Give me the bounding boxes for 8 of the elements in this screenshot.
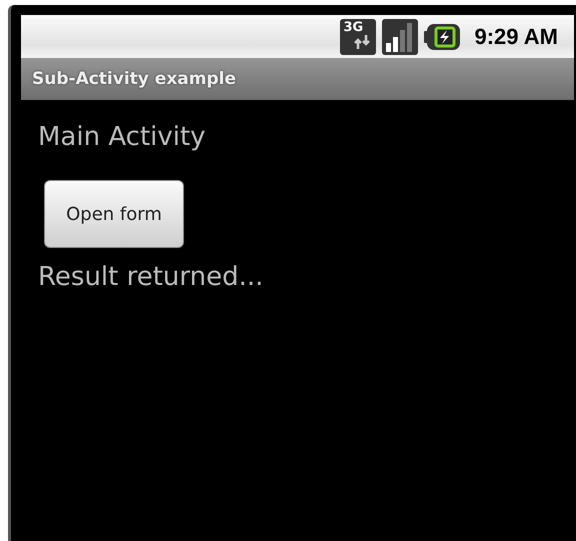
result-text: Result returned... — [38, 262, 264, 292]
signal-icon — [382, 18, 418, 54]
open-form-button[interactable]: Open form — [44, 180, 184, 248]
battery-charging-icon — [424, 24, 460, 50]
app-title: Sub-Activity example — [32, 69, 236, 89]
heading-text: Main Activity — [38, 122, 206, 152]
data-connection-icon: 3G — [340, 18, 376, 54]
clock-time: 9:29 AM — [474, 24, 558, 50]
